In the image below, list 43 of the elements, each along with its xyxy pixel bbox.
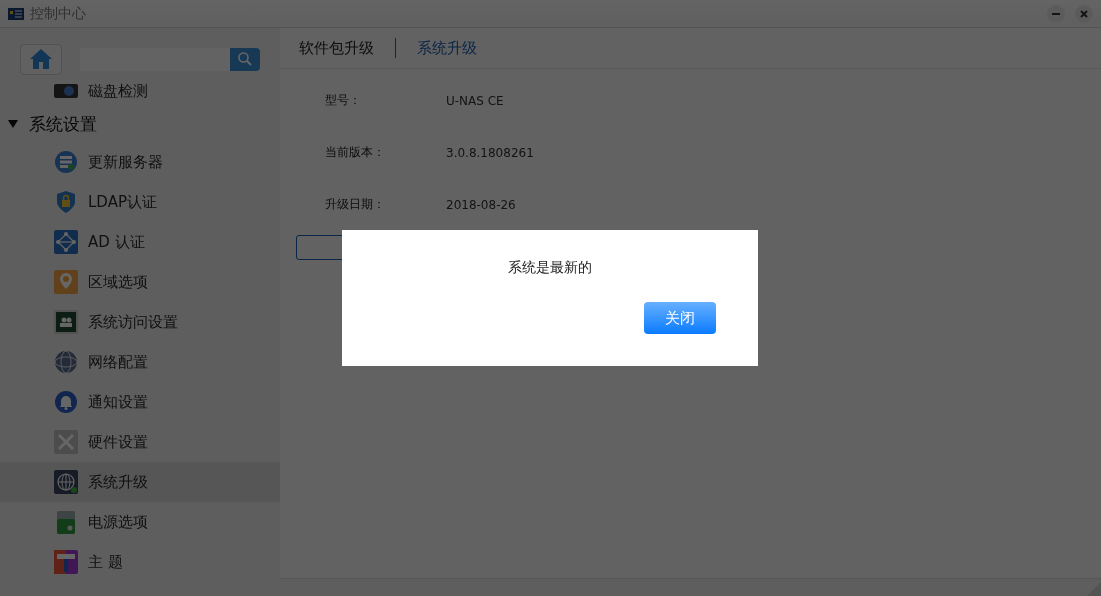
field-value: 2018-08-26: [446, 197, 516, 212]
minimize-button[interactable]: [1047, 4, 1065, 23]
app-icon: [8, 7, 24, 20]
sidebar-item[interactable]: 电源选项: [0, 502, 280, 542]
sidebar-item[interactable]: 区域选项: [0, 262, 280, 302]
search-button[interactable]: [230, 47, 260, 71]
search-field[interactable]: [80, 47, 230, 71]
sidebar-item[interactable]: 硬件设置: [0, 422, 280, 462]
sidebar-item[interactable]: 磁盘检测: [0, 76, 280, 106]
map-pin-icon: [54, 270, 78, 294]
tab[interactable]: 系统升级: [417, 38, 477, 58]
home-button[interactable]: [20, 43, 62, 75]
field-label: 升级日期：: [325, 196, 386, 213]
globe-grid-icon: [54, 470, 78, 494]
search-icon: [237, 51, 253, 67]
field-label: 型号：: [325, 92, 362, 109]
globe-icon: [54, 350, 78, 374]
sidebar-item[interactable]: LDAP认证: [0, 182, 280, 222]
shield-lock-icon: [54, 190, 78, 214]
users-icon: [54, 310, 78, 334]
network-nodes-icon: [54, 230, 78, 254]
home-icon: [29, 48, 53, 70]
tools-icon: [54, 430, 78, 454]
dialog-message: 系统是最新的: [508, 259, 592, 277]
sidebar-item[interactable]: 网络配置: [0, 342, 280, 382]
field-value: U-NAS CE: [446, 93, 504, 108]
close-icon: [1079, 8, 1089, 19]
sidebar-item[interactable]: 通知设置: [0, 382, 280, 422]
field-label: 当前版本：: [325, 144, 386, 161]
sidebar-item[interactable]: AD 认证: [0, 222, 280, 262]
close-button[interactable]: [1075, 4, 1093, 23]
sidebar-item[interactable]: 系统升级: [0, 462, 280, 502]
bell-icon: [54, 390, 78, 414]
close-dialog-button[interactable]: 关闭: [644, 302, 716, 334]
sidebar-item[interactable]: 系统访问设置: [0, 302, 280, 342]
field-value: 3.0.8.1808261: [446, 145, 534, 160]
paint-roller-icon: [54, 550, 78, 574]
server-icon: [54, 150, 78, 174]
sidebar-item[interactable]: 更新服务器: [0, 142, 280, 182]
battery-icon: [54, 510, 78, 534]
tab[interactable]: 软件包升级: [299, 38, 374, 58]
section-header[interactable]: 系统设置: [0, 106, 280, 142]
sidebar-item[interactable]: 主 题: [0, 542, 280, 582]
